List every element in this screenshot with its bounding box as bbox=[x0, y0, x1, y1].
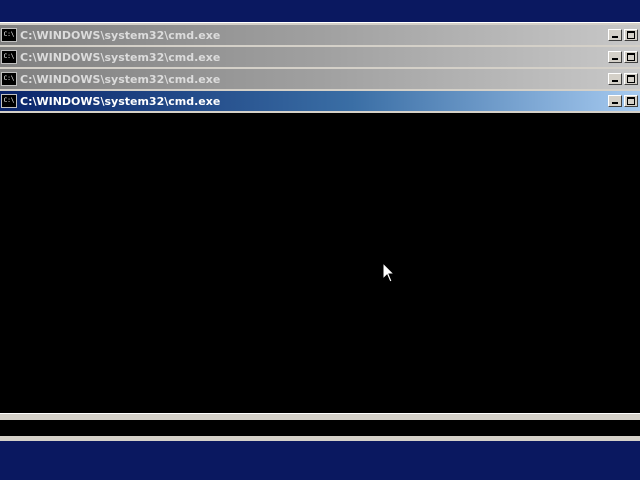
console-area[interactable] bbox=[0, 113, 640, 413]
window-titlebar-3[interactable]: C:\ C:\WINDOWS\system32\cmd.exe bbox=[0, 69, 640, 89]
console-area-lower[interactable] bbox=[0, 420, 640, 436]
mouse-pointer-icon bbox=[382, 262, 396, 283]
desktop: C:\ C:\WINDOWS\system32\cmd.exe C:\ C:\W… bbox=[0, 0, 640, 480]
console-window-stack: C:\ C:\WINDOWS\system32\cmd.exe C:\ C:\W… bbox=[0, 22, 640, 441]
window-titlebar-active[interactable]: C:\ C:\WINDOWS\system32\cmd.exe bbox=[0, 91, 640, 111]
window-title: C:\WINDOWS\system32\cmd.exe bbox=[20, 94, 221, 108]
maximize-icon[interactable] bbox=[624, 95, 638, 107]
maximize-icon[interactable] bbox=[624, 29, 638, 41]
window-titlebar-1[interactable]: C:\ C:\WINDOWS\system32\cmd.exe bbox=[0, 25, 640, 45]
minimize-icon[interactable] bbox=[608, 73, 622, 85]
minimize-icon[interactable] bbox=[608, 29, 622, 41]
window-titlebar-2[interactable]: C:\ C:\WINDOWS\system32\cmd.exe bbox=[0, 47, 640, 67]
window-frame-bottom bbox=[0, 413, 640, 420]
cmd-icon: C:\ bbox=[1, 72, 17, 86]
maximize-icon[interactable] bbox=[624, 73, 638, 85]
window-title: C:\WINDOWS\system32\cmd.exe bbox=[20, 50, 221, 64]
minimize-icon[interactable] bbox=[608, 51, 622, 63]
cmd-icon: C:\ bbox=[1, 94, 17, 108]
window-frame-edge bbox=[0, 436, 640, 441]
window-title: C:\WINDOWS\system32\cmd.exe bbox=[20, 72, 221, 86]
cmd-icon: C:\ bbox=[1, 28, 17, 42]
minimize-icon[interactable] bbox=[608, 95, 622, 107]
maximize-icon[interactable] bbox=[624, 51, 638, 63]
cmd-icon: C:\ bbox=[1, 50, 17, 64]
window-title: C:\WINDOWS\system32\cmd.exe bbox=[20, 28, 221, 42]
